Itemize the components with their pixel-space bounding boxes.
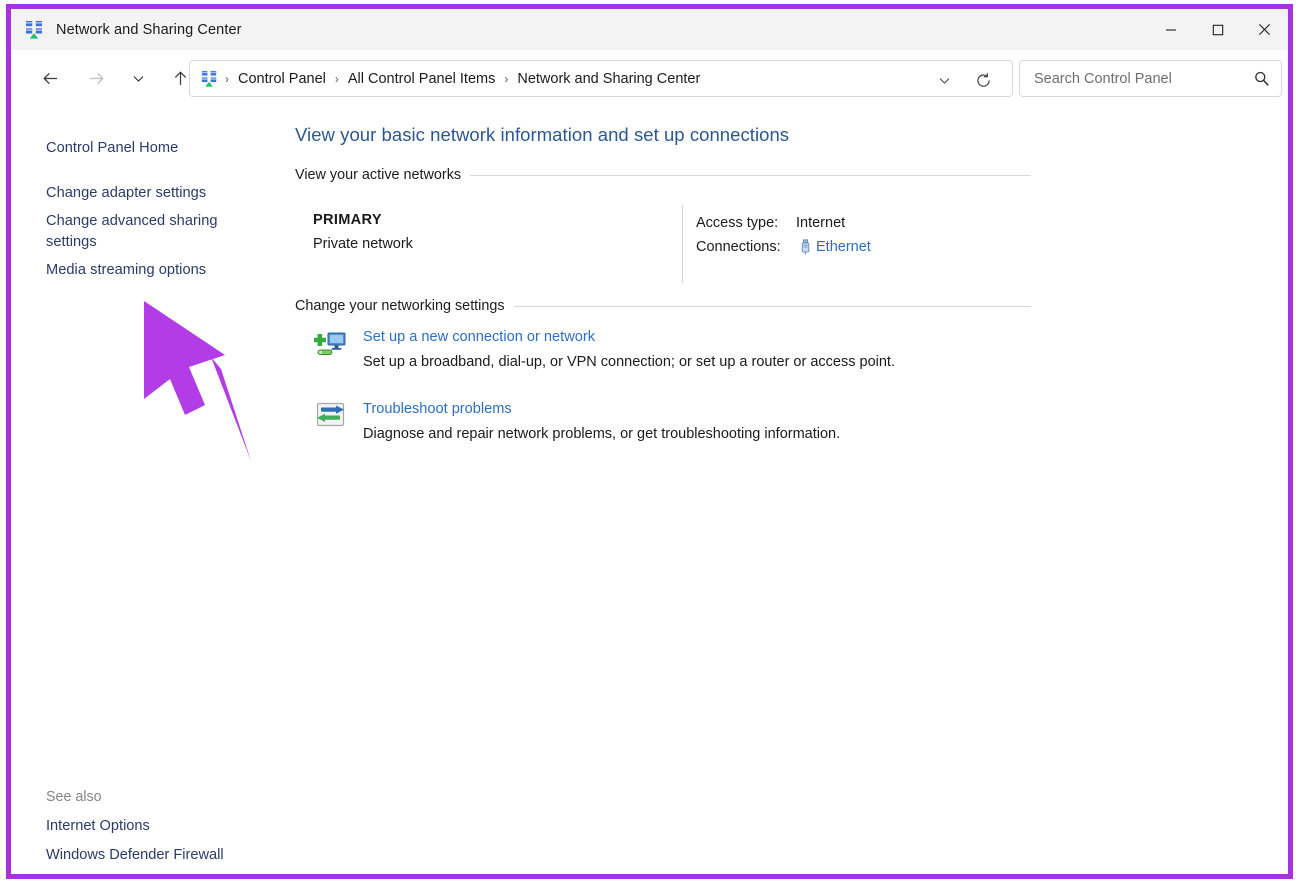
section-label: Change your networking settings (295, 298, 514, 314)
breadcrumb-item-network-and-sharing-center[interactable]: Network and Sharing Center (515, 71, 702, 87)
breadcrumb-separator: › (225, 72, 229, 86)
sidebar: Control Panel Home Change adapter settin… (11, 107, 283, 874)
section-header-change-settings: Change your networking settings (295, 298, 1031, 314)
search-input[interactable] (1032, 70, 1236, 88)
section-rule (470, 175, 1031, 176)
see-also-item-internet-options[interactable]: Internet Options (46, 818, 150, 834)
breadcrumb-item-all-control-panel-items[interactable]: All Control Panel Items (346, 71, 497, 87)
detail-key: Connections: (696, 239, 796, 255)
main-pane: View your basic network information and … (283, 107, 1288, 874)
task-description: Diagnose and repair network problems, or… (363, 426, 840, 442)
title-bar: Network and Sharing Center (11, 9, 1288, 50)
network-sharing-icon (24, 20, 44, 40)
see-also-item-windows-defender-firewall[interactable]: Windows Defender Firewall (46, 847, 224, 863)
vertical-divider (682, 205, 683, 283)
network-type: Private network (313, 236, 413, 252)
search-box[interactable] (1019, 60, 1282, 97)
sidebar-item-change-adapter-settings[interactable]: Change adapter settings (46, 183, 206, 204)
minimize-icon[interactable] (1147, 9, 1194, 50)
task-link[interactable]: Troubleshoot problems (363, 401, 512, 417)
see-also-label: See also (46, 789, 102, 805)
address-bar[interactable]: › Control Panel › All Control Panel Item… (189, 60, 1013, 97)
maximize-icon[interactable] (1194, 9, 1241, 50)
close-icon[interactable] (1241, 9, 1288, 50)
detail-row-connections: Connections: Ethernet (696, 235, 871, 259)
content-area: Control Panel Home Change adapter settin… (11, 107, 1288, 874)
connection-link-ethernet[interactable]: Ethernet (816, 239, 871, 255)
forward-arrow-icon[interactable] (79, 62, 113, 96)
new-connection-icon (314, 327, 348, 361)
breadcrumb-separator: › (504, 72, 508, 86)
network-name: PRIMARY (313, 212, 382, 228)
chevron-down-icon[interactable] (932, 68, 956, 92)
control-panel-window: Network and Sharing Center (6, 4, 1293, 879)
refresh-icon[interactable] (970, 67, 996, 93)
navigation-bar: › Control Panel › All Control Panel Item… (11, 50, 1288, 107)
detail-value: Internet (796, 215, 845, 231)
chevron-down-icon[interactable] (125, 62, 151, 96)
window-title: Network and Sharing Center (56, 22, 242, 38)
breadcrumb-separator: › (335, 72, 339, 86)
task-description: Set up a broadband, dial-up, or VPN conn… (363, 354, 895, 370)
network-sharing-icon (200, 70, 218, 88)
back-arrow-icon[interactable] (33, 62, 67, 96)
section-rule (514, 306, 1031, 307)
page-title: View your basic network information and … (295, 124, 789, 146)
section-header-active-networks: View your active networks (295, 167, 1031, 183)
task-link[interactable]: Set up a new connection or network (363, 329, 595, 345)
detail-row-access-type: Access type: Internet (696, 211, 871, 235)
network-details: Access type: Internet Connections: (696, 211, 871, 259)
sidebar-item-change-advanced-sharing-settings[interactable]: Change advanced sharing settings (46, 211, 241, 253)
section-label: View your active networks (295, 167, 470, 183)
active-network-entry: PRIMARY Private network Access type: Int… (295, 205, 1035, 283)
detail-key: Access type: (696, 215, 796, 231)
sidebar-item-control-panel-home[interactable]: Control Panel Home (46, 138, 178, 159)
sidebar-item-media-streaming-options[interactable]: Media streaming options (46, 260, 206, 281)
ethernet-icon (796, 239, 814, 255)
search-icon[interactable] (1253, 70, 1270, 87)
window-controls (1147, 9, 1288, 50)
troubleshoot-icon (314, 399, 348, 433)
breadcrumb-item-control-panel[interactable]: Control Panel (236, 71, 328, 87)
